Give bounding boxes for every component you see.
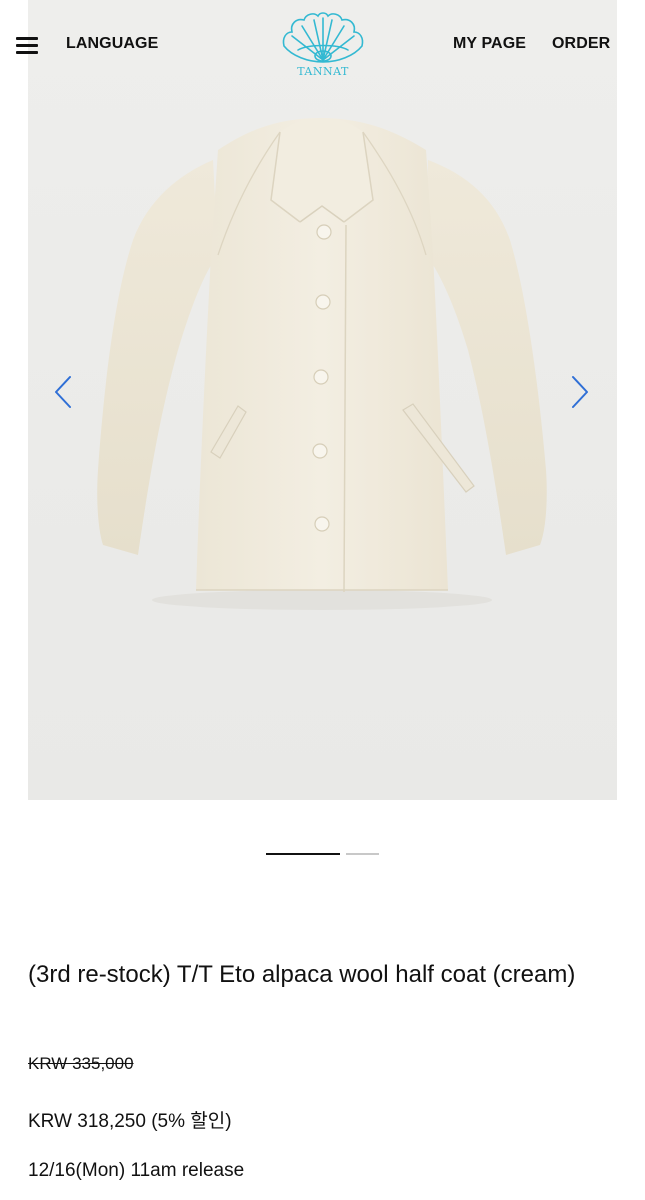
product-page: LANGUAGE TANNAT MY PAGE ORDER (3rd re-st… [0, 0, 645, 1200]
hamburger-menu-icon[interactable] [16, 36, 38, 56]
original-price: KRW 335,000 [28, 1054, 134, 1073]
prev-slide-button[interactable] [52, 375, 76, 409]
chevron-right-icon [572, 376, 588, 408]
slide-indicator-2[interactable] [346, 853, 379, 855]
order-link[interactable]: ORDER [552, 35, 610, 53]
slide-indicator-1[interactable] [266, 853, 340, 855]
site-header: LANGUAGE TANNAT MY PAGE ORDER [0, 0, 645, 90]
logo-text: TANNAT [297, 65, 349, 78]
coat-illustration [97, 118, 547, 610]
product-title: (3rd re-stock) T/T Eto alpaca wool half … [28, 961, 576, 988]
release-note: 12/16(Mon) 11am release [28, 1160, 245, 1181]
chevron-left-icon [55, 376, 71, 408]
product-image[interactable] [28, 0, 617, 800]
brand-logo[interactable]: TANNAT [278, 10, 368, 80]
shell-logo-icon [282, 12, 364, 63]
my-page-link[interactable]: MY PAGE [453, 35, 526, 53]
next-slide-button[interactable] [567, 375, 591, 409]
sale-price: KRW 318,250 (5% 할인) [28, 1111, 232, 1132]
language-link[interactable]: LANGUAGE [66, 35, 158, 53]
